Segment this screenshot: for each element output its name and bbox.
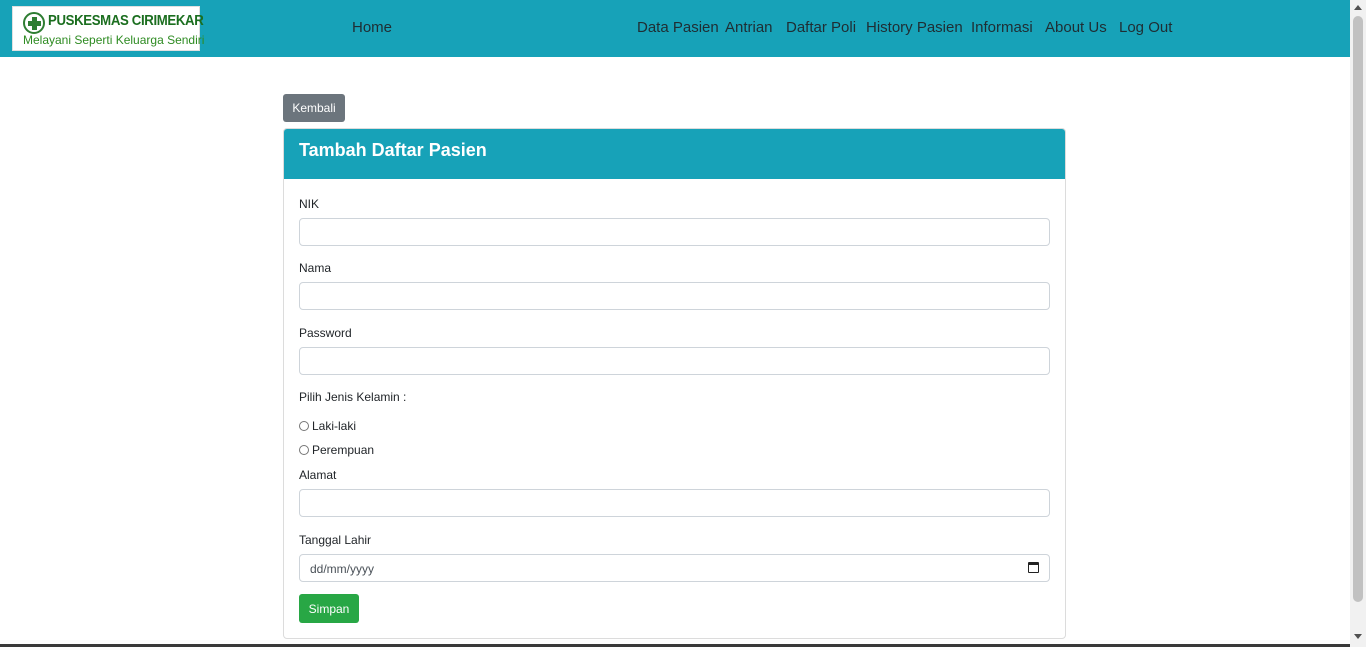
radio-button[interactable] <box>299 421 309 431</box>
password-input[interactable] <box>299 347 1050 375</box>
gender-label: Pilih Jenis Kelamin : <box>299 390 407 404</box>
scrollbar-thumb[interactable] <box>1353 16 1363 602</box>
radio-perempuan[interactable]: Perempuan <box>299 443 374 457</box>
nav-about-us[interactable]: About Us <box>1045 19 1107 36</box>
radio-label-laki-laki: Laki-laki <box>312 419 357 433</box>
nik-input[interactable] <box>299 218 1050 246</box>
nav-informasi[interactable]: Informasi <box>971 19 1033 36</box>
nav-antrian[interactable]: Antrian <box>725 19 773 36</box>
top-navbar: PUSKESMAS CIRIMEKAR Melayani Seperti Kel… <box>0 0 1350 57</box>
kembali-button[interactable]: Kembali <box>283 94 345 122</box>
nama-label: Nama <box>299 261 332 275</box>
simpan-button[interactable]: Simpan <box>299 594 359 623</box>
nama-input[interactable] <box>299 282 1050 310</box>
nav-log-out[interactable]: Log Out <box>1119 19 1172 36</box>
nav-home[interactable]: Home <box>352 19 392 36</box>
scroll-up-arrow-icon[interactable] <box>1354 5 1362 10</box>
tanggal-lahir-input[interactable]: dd/mm/yyyy <box>299 554 1050 582</box>
nav-history-pasien[interactable]: History Pasien <box>866 19 963 36</box>
nik-label: NIK <box>299 197 320 211</box>
tanggal-lahir-label: Tanggal Lahir <box>299 533 372 547</box>
logo-name: PUSKESMAS CIRIMEKAR <box>48 12 204 29</box>
alamat-label: Alamat <box>299 468 337 482</box>
calendar-icon[interactable] <box>1028 562 1039 573</box>
logo-tagline: Melayani Seperti Keluarga Sendiri <box>23 33 205 47</box>
radio-button[interactable] <box>299 445 309 455</box>
vertical-scrollbar[interactable] <box>1350 0 1366 647</box>
alamat-input[interactable] <box>299 489 1050 517</box>
radio-laki-laki[interactable]: Laki-laki <box>299 419 356 433</box>
date-placeholder: dd/mm/yyyy <box>310 562 375 576</box>
card-header: Tambah Daftar Pasien <box>284 129 1065 179</box>
radio-label-perempuan: Perempuan <box>312 443 375 457</box>
plus-cross-icon <box>23 12 45 34</box>
puskesmas-logo[interactable]: PUSKESMAS CIRIMEKAR Melayani Seperti Kel… <box>12 6 204 51</box>
scroll-down-arrow-icon[interactable] <box>1354 634 1362 639</box>
nav-daftar-poli[interactable]: Daftar Poli <box>786 19 856 36</box>
password-label: Password <box>299 326 352 340</box>
nav-data-pasien[interactable]: Data Pasien <box>637 19 719 36</box>
form-title: Tambah Daftar Pasien <box>299 140 487 160</box>
